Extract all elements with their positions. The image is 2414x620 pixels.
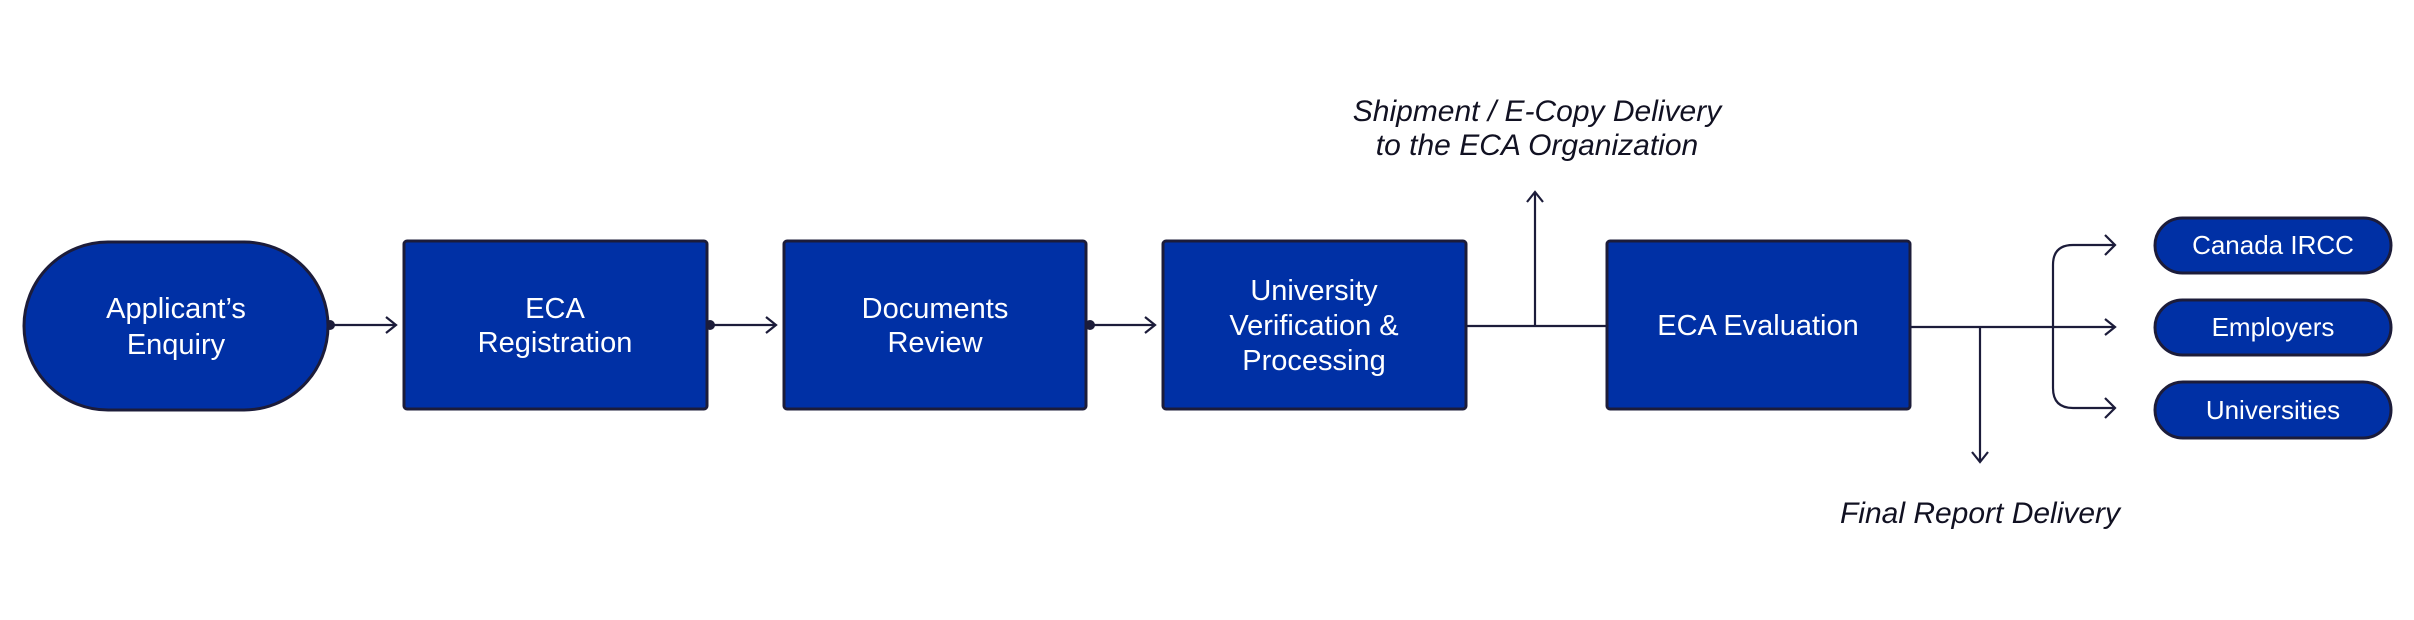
recipient-universities: Universities xyxy=(2153,380,2393,440)
annotation-shipment: Shipment / E-Copy Delivery xyxy=(1353,95,1723,128)
node-label: Enquiry xyxy=(127,329,226,361)
recipient-canada-ircc: Canada IRCC xyxy=(2153,216,2393,275)
annotation-final-report: Final Report Delivery xyxy=(1840,497,2122,530)
node-eca-evaluation: ECA Evaluation xyxy=(1605,239,1912,411)
node-label: Documents xyxy=(862,293,1009,325)
node-documents-review: Documents Review xyxy=(782,239,1088,411)
node-label: Registration xyxy=(478,327,633,359)
eca-process-diagram: Applicant’s Enquiry ECA Registration Doc… xyxy=(22,95,2393,530)
recipient-label: Universities xyxy=(2206,395,2340,425)
annotation-shipment: to the ECA Organization xyxy=(1376,129,1698,162)
node-eca-registration: ECA Registration xyxy=(402,239,709,411)
recipient-label: Employers xyxy=(2212,312,2335,342)
node-university-verification: University Verification & Processing xyxy=(1161,239,1468,411)
node-label: University xyxy=(1250,275,1378,307)
node-applicants-enquiry: Applicant’s Enquiry xyxy=(22,240,330,412)
recipient-label: Canada IRCC xyxy=(2192,230,2354,260)
node-label: Verification & xyxy=(1229,310,1398,342)
node-label: ECA xyxy=(525,293,585,325)
node-label: ECA Evaluation xyxy=(1657,310,1859,342)
node-label: Review xyxy=(887,327,983,359)
node-label: Applicant’s xyxy=(106,293,246,325)
node-label: Processing xyxy=(1242,345,1385,377)
recipient-employers: Employers xyxy=(2153,298,2393,357)
